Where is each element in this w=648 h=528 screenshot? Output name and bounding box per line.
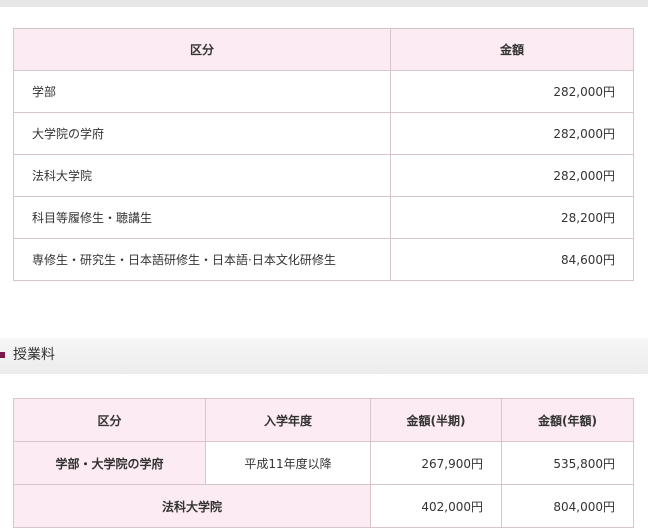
section-heading-bar bbox=[0, 338, 648, 374]
section-title: 授業料 bbox=[13, 347, 55, 363]
section-bullet-icon bbox=[0, 352, 5, 358]
full-year-cell: 535,800円 bbox=[501, 441, 634, 485]
header-full-year: 金額(年額) bbox=[501, 398, 634, 442]
half-year-cell: 267,900円 bbox=[370, 441, 502, 485]
table-header-row: 区分 入学年度 金額(半期) 金額(年額) bbox=[13, 398, 634, 442]
half-year-cell: 402,000円 bbox=[370, 484, 502, 528]
amount-cell: 282,000円 bbox=[390, 112, 634, 155]
tuition-table: 区分 入学年度 金額(半期) 金額(年額) 学部・大学院の学府 平成11年度以降… bbox=[13, 398, 634, 528]
header-entry-year: 入学年度 bbox=[205, 398, 371, 442]
category-cell: 科目等履修生・聴講生 bbox=[13, 196, 391, 239]
table-row: 学部 282,000円 bbox=[13, 70, 634, 113]
category-cell: 法科大学院 bbox=[13, 484, 371, 528]
full-year-cell: 804,000円 bbox=[501, 484, 634, 528]
header-amount: 金額 bbox=[390, 28, 634, 71]
table-row: 法科大学院 282,000円 bbox=[13, 154, 634, 197]
category-cell: 大学院の学府 bbox=[13, 112, 391, 155]
category-cell: 法科大学院 bbox=[13, 154, 391, 197]
admission-fee-table: 区分 金額 学部 282,000円 大学院の学府 282,000円 法科大学院 … bbox=[13, 28, 634, 281]
table-header-row: 区分 金額 bbox=[13, 28, 634, 71]
top-divider-bar bbox=[0, 0, 648, 7]
entry-year-cell: 平成11年度以降 bbox=[205, 441, 371, 485]
amount-cell: 84,600円 bbox=[390, 238, 634, 281]
table-row: 科目等履修生・聴講生 28,200円 bbox=[13, 196, 634, 239]
amount-cell: 282,000円 bbox=[390, 154, 634, 197]
category-cell: 学部・大学院の学府 bbox=[13, 441, 206, 485]
header-category: 区分 bbox=[13, 398, 206, 442]
table-row: 大学院の学府 282,000円 bbox=[13, 112, 634, 155]
category-cell: 学部 bbox=[13, 70, 391, 113]
table-row: 学部・大学院の学府 平成11年度以降 267,900円 535,800円 bbox=[13, 441, 634, 485]
table-row: 専修生・研究生・日本語研修生・日本語·日本文化研修生 84,600円 bbox=[13, 238, 634, 281]
amount-cell: 282,000円 bbox=[390, 70, 634, 113]
table-row: 法科大学院 402,000円 804,000円 bbox=[13, 484, 634, 528]
amount-cell: 28,200円 bbox=[390, 196, 634, 239]
header-half-year: 金額(半期) bbox=[370, 398, 502, 442]
header-category: 区分 bbox=[13, 28, 391, 71]
category-cell: 専修生・研究生・日本語研修生・日本語·日本文化研修生 bbox=[13, 238, 391, 281]
